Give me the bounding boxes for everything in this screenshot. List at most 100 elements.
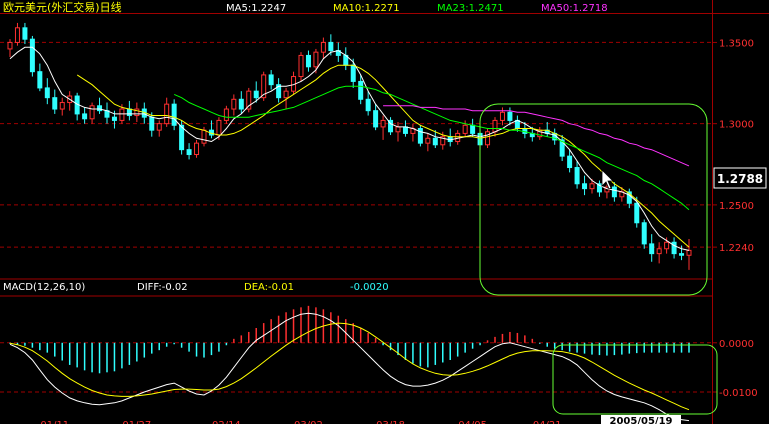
candle-body [373,110,379,128]
candle [59,97,65,116]
candle-body [611,186,617,198]
candle [343,47,349,71]
macd-tick-label: 0.0000 [719,339,754,350]
mouse-cursor-icon [601,169,614,190]
annotation-box-price [479,103,708,296]
candle-body [29,38,35,73]
candle [104,102,110,124]
candle-body [634,202,640,224]
macd-line-diff [9,312,690,422]
candle-body [320,41,326,53]
candle [499,107,505,126]
candle-body [298,54,304,78]
candle-body [313,51,319,68]
macd-histogram [9,305,690,374]
moving-average-lines [9,46,690,251]
candle [44,78,50,105]
candle-body [82,113,88,120]
candle [492,117,498,137]
candle-body [582,183,588,190]
x-tick-label: 01/27 [122,420,151,424]
candle-body [253,90,259,99]
candle [171,99,177,131]
candle-body [305,54,311,68]
x-axis-ticks: 01/1101/2702/1403/0203/1804/0504/2105/09 [40,420,643,424]
price-tick-label: 1.2240 [719,243,754,254]
candle-body [97,105,103,112]
ma-line-ma50 [383,105,690,167]
candle-body [671,241,677,255]
candle [246,87,252,113]
candle [126,100,132,121]
candle [298,52,304,82]
candle-body [171,103,177,126]
candle [194,139,200,158]
candle-body [44,87,50,99]
candle [380,115,386,140]
candle [544,122,550,137]
candle-body [14,27,20,43]
candle [574,161,580,189]
candle [567,149,573,173]
macd-dea-label: DEA:-0.01 [244,282,294,293]
candle [365,91,371,116]
candle [582,175,588,196]
candle-body [358,80,364,100]
candle-body [156,123,162,131]
candle-body [7,41,13,50]
candlestick-series [7,22,692,270]
candle [425,133,431,152]
chart-title: 欧元美元(外汇交易)日线 [3,0,122,14]
last-price-label: 1.2788 [717,172,763,186]
candle-body [462,124,468,134]
candle [261,71,267,101]
x-tick-label: 03/02 [294,420,323,424]
candle [291,71,297,95]
date-badge-label: 2005/05/19 [610,416,673,424]
candle-body [567,155,573,169]
candle-body [126,108,132,117]
chart-canvas: 1.2240 1.3500 1.3000 1.2500 0.0000 -0.0100 0… [0,0,769,424]
candle [350,58,356,88]
candle [671,237,677,259]
candle-body [686,249,692,256]
x-tick-label: 01/11 [40,420,69,424]
candle-body [574,167,580,185]
candle [485,128,491,149]
candle-body [522,128,528,134]
candle [223,105,229,124]
candle [388,117,394,136]
ma23-label: MA23:1.2471 [437,3,504,14]
candle-body [164,103,170,125]
candle [164,97,170,127]
candle [335,42,341,62]
candle-body [470,124,476,134]
candle [514,115,520,132]
candle [14,22,20,46]
candle [462,120,468,137]
candle [649,234,655,262]
candle [447,128,453,147]
candle [231,94,237,116]
candle [320,37,326,59]
x-tick-label: 03/18 [376,420,405,424]
candle-body [149,116,155,131]
macd-title: MACD(12,26,10) [3,282,85,293]
candle [402,120,408,137]
candle [29,35,35,77]
candle [268,70,274,90]
candle-body [223,108,229,121]
x-tick-label: 04/05 [458,420,487,424]
candle-body [365,98,371,112]
candle [82,107,88,124]
candle [208,120,214,139]
price-tick-label: 1.2500 [719,201,754,212]
candle-body [395,126,401,133]
candle [276,78,282,103]
candle-body [52,97,58,110]
macd-diff-dea-lines [9,312,690,422]
candle [455,130,461,145]
candle [37,63,43,92]
candle [686,239,692,270]
macd-tick-label: -0.0100 [719,388,758,399]
